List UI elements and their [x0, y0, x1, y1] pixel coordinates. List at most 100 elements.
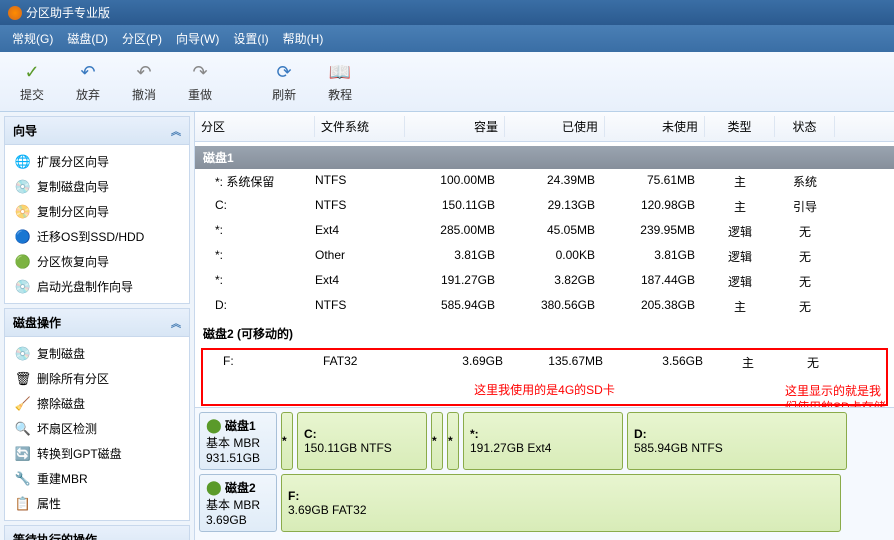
wizard-item-3[interactable]: 🔵迁移OS到SSD/HDD [5, 224, 189, 249]
undo-icon: ↶ [132, 60, 156, 84]
book-icon: 📖 [328, 60, 352, 84]
diskmap-label-2[interactable]: ⬤ 磁盘2 基本 MBR 3.69GB [199, 474, 277, 532]
col-used[interactable]: 已使用 [505, 116, 605, 137]
chevron-up-icon: ︽ [171, 532, 181, 540]
chevron-up-icon: ︽ [171, 315, 181, 330]
wizard-panel-header[interactable]: 向导︽ [5, 117, 189, 145]
redo-button[interactable]: ↷重做 [176, 56, 224, 107]
item-label: 擦除磁盘 [37, 395, 85, 412]
item-icon: 📋 [15, 496, 31, 512]
table-row[interactable]: *:Ext4191.27GB3.82GB187.44GB逻辑无 [195, 269, 894, 294]
menu-bar: 常规(G) 磁盘(D) 分区(P) 向导(W) 设置(I) 帮助(H) [0, 25, 894, 52]
item-icon: 🟢 [15, 254, 31, 270]
item-label: 重建MBR [37, 470, 88, 487]
item-icon: 🔧 [15, 471, 31, 487]
item-label: 删除所有分区 [37, 370, 109, 387]
item-label: 转换到GPT磁盘 [37, 445, 122, 462]
item-label: 复制磁盘 [37, 345, 85, 362]
menu-general[interactable]: 常规(G) [6, 28, 59, 49]
item-icon: 🔄 [15, 446, 31, 462]
diskmap-row-1: ⬤ 磁盘1 基本 MBR 931.51GB *C:150.11GB NTFS**… [199, 412, 890, 470]
wizard-item-2[interactable]: 📀 复制分区向导 [5, 199, 189, 224]
wizard-item-1[interactable]: 💿 复制磁盘向导 [5, 174, 189, 199]
toolbar: ✓提交 ↶放弃 ↶撤消 ↷重做 ⟳刷新 📖教程 [0, 52, 894, 112]
diskmap-segment[interactable]: F:3.69GB FAT32 [281, 474, 841, 532]
item-label: 坏扇区检测 [37, 420, 97, 437]
item-label: 分区恢复向导 [37, 253, 109, 270]
commit-button[interactable]: ✓提交 [8, 56, 56, 107]
table-row[interactable]: F:FAT323.69GB135.67MB3.56GB主无 [203, 350, 886, 375]
table-header: 分区 文件系统 容量 已使用 未使用 类型 状态 [195, 112, 894, 142]
menu-partition[interactable]: 分区(P) [116, 28, 168, 49]
table-row[interactable]: *:Ext4285.00MB45.05MB239.95MB逻辑无 [195, 219, 894, 244]
refresh-button[interactable]: ⟳刷新 [260, 56, 308, 107]
check-icon: ✓ [20, 60, 44, 84]
undo-button[interactable]: ↶撤消 [120, 56, 168, 107]
diskmap-segment[interactable]: *:191.27GB Ext4 [463, 412, 623, 470]
table-row[interactable]: *: 系统保留NTFS100.00MB24.39MB75.61MB主系统 [195, 169, 894, 194]
table-row[interactable]: *:Other3.81GB0.00KB3.81GB逻辑无 [195, 244, 894, 269]
diskops-item-5[interactable]: 🔧 重建MBR [5, 466, 189, 491]
item-icon: 🗑 [15, 371, 31, 387]
app-icon [8, 6, 22, 20]
item-icon: 🌐 [15, 154, 31, 170]
item-icon: 🧹 [15, 396, 31, 412]
diskmap-segment[interactable]: C:150.11GB NTFS [297, 412, 427, 470]
diskmap-label-1[interactable]: ⬤ 磁盘1 基本 MBR 931.51GB [199, 412, 277, 470]
col-type[interactable]: 类型 [705, 116, 775, 137]
disk-icon: ⬤ [206, 479, 222, 495]
menu-settings[interactable]: 设置(I) [227, 28, 274, 49]
col-status[interactable]: 状态 [775, 116, 835, 137]
col-filesystem[interactable]: 文件系统 [315, 116, 405, 137]
disk1-header[interactable]: 磁盘1 [195, 146, 894, 169]
menu-disk[interactable]: 磁盘(D) [61, 28, 114, 49]
diskmap-segment[interactable]: * [431, 412, 443, 470]
item-icon: 📀 [15, 204, 31, 220]
diskops-item-0[interactable]: 💿 复制磁盘 [5, 341, 189, 366]
table-row[interactable]: C:NTFS150.11GB29.13GB120.98GB主引导 [195, 194, 894, 219]
undo-icon: ↶ [76, 60, 100, 84]
table-body: 磁盘1 *: 系统保留NTFS100.00MB24.39MB75.61MB主系统… [195, 142, 894, 407]
wizard-item-0[interactable]: 🌐扩展分区向导 [5, 149, 189, 174]
wizard-item-4[interactable]: 🟢 分区恢复向导 [5, 249, 189, 274]
diskmap-segment[interactable]: * [281, 412, 293, 470]
col-partition[interactable]: 分区 [195, 116, 315, 137]
annotation-bottom: 这里我使用的是4G的SD卡 [203, 375, 886, 404]
title-bar: 分区助手专业版 [0, 0, 894, 25]
diskops-panel-header[interactable]: 磁盘操作︽ [5, 309, 189, 337]
diskmap-segment[interactable]: * [447, 412, 459, 470]
menu-help[interactable]: 帮助(H) [277, 28, 330, 49]
disk-icon: ⬤ [206, 417, 222, 433]
menu-wizard[interactable]: 向导(W) [170, 28, 225, 49]
item-label: 复制分区向导 [37, 203, 109, 220]
redo-icon: ↷ [188, 60, 212, 84]
diskops-item-6[interactable]: 📋属性 [5, 491, 189, 516]
item-icon: 🔍 [15, 421, 31, 437]
col-capacity[interactable]: 容量 [405, 116, 505, 137]
diskops-item-1[interactable]: 🗑 删除所有分区 [5, 366, 189, 391]
item-icon: 💿 [15, 179, 31, 195]
pending-panel-header[interactable]: 等待执行的操作︽ [5, 526, 189, 540]
disk-map: ⬤ 磁盘1 基本 MBR 931.51GB *C:150.11GB NTFS**… [195, 407, 894, 540]
disk2-header[interactable]: 磁盘2 (可移动的) [195, 319, 894, 348]
diskops-item-4[interactable]: 🔄 转换到GPT磁盘 [5, 441, 189, 466]
diskops-item-3[interactable]: 🔍 坏扇区检测 [5, 416, 189, 441]
sidebar: 向导︽ 🌐扩展分区向导 💿 复制磁盘向导 📀 复制分区向导 🔵迁移OS到SSD/HDD 🟢 分… [0, 112, 195, 540]
wizard-panel: 向导︽ 🌐扩展分区向导 💿 复制磁盘向导 📀 复制分区向导 🔵迁移OS到SSD/HDD 🟢 分… [4, 116, 190, 304]
discard-button[interactable]: ↶放弃 [64, 56, 112, 107]
item-icon: 💿 [15, 346, 31, 362]
diskops-panel: 磁盘操作︽ 💿 复制磁盘 🗑 删除所有分区 🧹 擦除磁盘 🔍 坏扇区检测 🔄 转换到GPT磁盘 🔧 重… [4, 308, 190, 521]
content-area: 分区 文件系统 容量 已使用 未使用 类型 状态 磁盘1 *: 系统保留NTFS… [195, 112, 894, 540]
col-free[interactable]: 未使用 [605, 116, 705, 137]
diskops-item-2[interactable]: 🧹 擦除磁盘 [5, 391, 189, 416]
app-title: 分区助手专业版 [26, 4, 110, 21]
refresh-icon: ⟳ [272, 60, 296, 84]
diskmap-segment[interactable]: D:585.94GB NTFS [627, 412, 847, 470]
item-label: 启动光盘制作向导 [37, 278, 133, 295]
wizard-item-5[interactable]: 💿启动光盘制作向导 [5, 274, 189, 299]
table-row[interactable]: D:NTFS585.94GB380.56GB205.38GB主无 [195, 294, 894, 319]
item-label: 迁移OS到SSD/HDD [37, 228, 144, 245]
item-label: 复制磁盘向导 [37, 178, 109, 195]
chevron-up-icon: ︽ [171, 123, 181, 138]
tutorial-button[interactable]: 📖教程 [316, 56, 364, 107]
